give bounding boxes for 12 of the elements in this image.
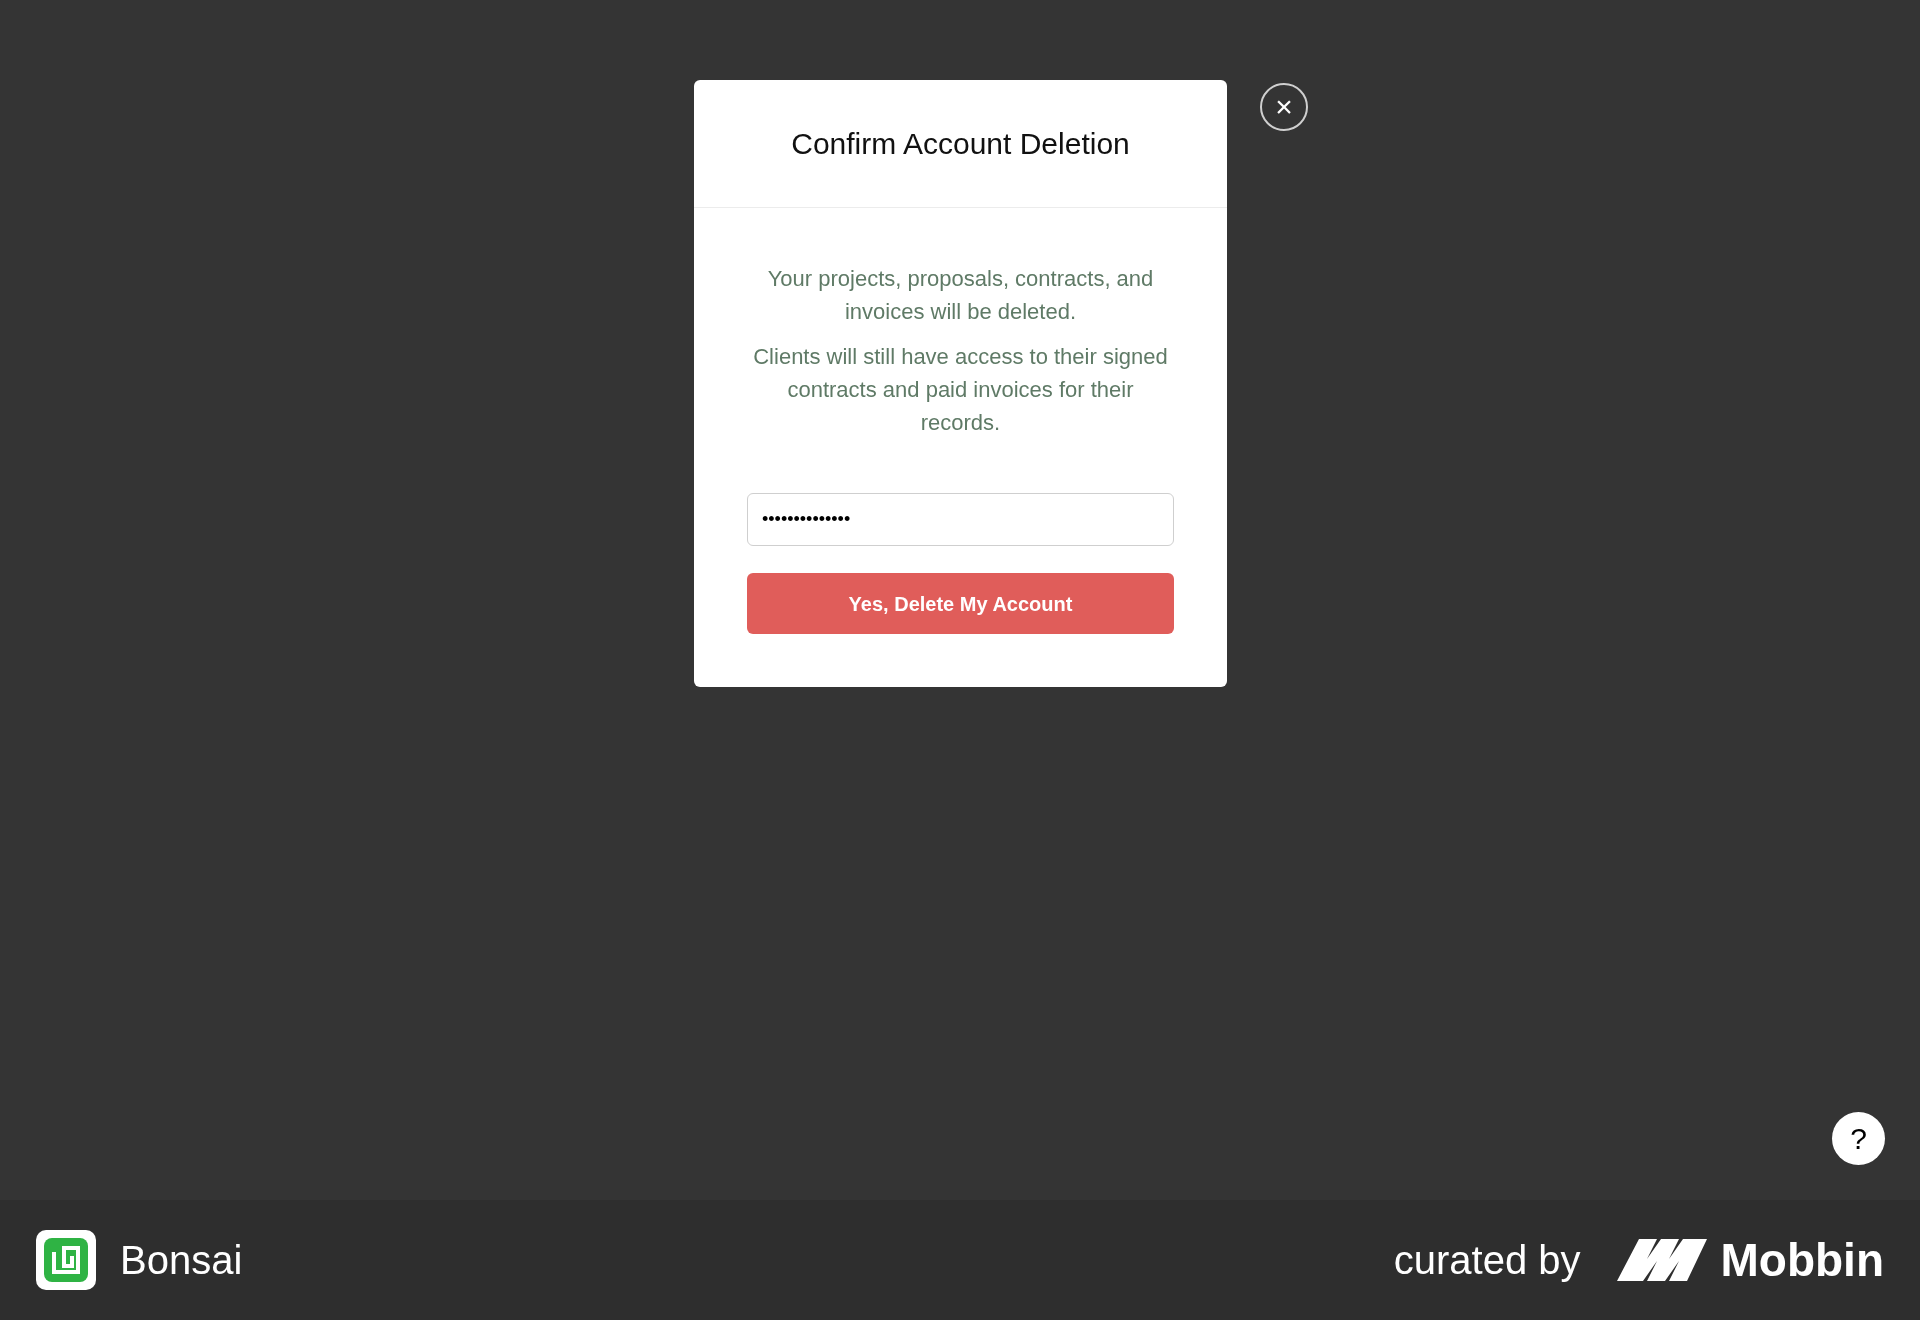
app-name: Bonsai	[120, 1237, 243, 1284]
mobbin-logo-icon	[1616, 1239, 1707, 1281]
app-logo-icon	[36, 1230, 96, 1290]
close-button[interactable]: ×	[1260, 83, 1308, 131]
dialog-title: Confirm Account Deletion	[791, 126, 1130, 162]
curated-by-label: curated by	[1393, 1237, 1581, 1284]
brand-name: Mobbin	[1720, 1232, 1884, 1288]
dialog-message: Clients will still have access to their signed contracts and paid invoices for their records.	[752, 343, 1169, 437]
password-field[interactable]: ••••••••••••••	[747, 493, 1174, 546]
delete-account-button[interactable]: Yes, Delete My Account	[747, 573, 1174, 634]
dialog-message: Your projects, proposals, contracts, and invoices will be deleted.	[766, 265, 1155, 326]
help-button[interactable]: ?	[1832, 1112, 1885, 1165]
